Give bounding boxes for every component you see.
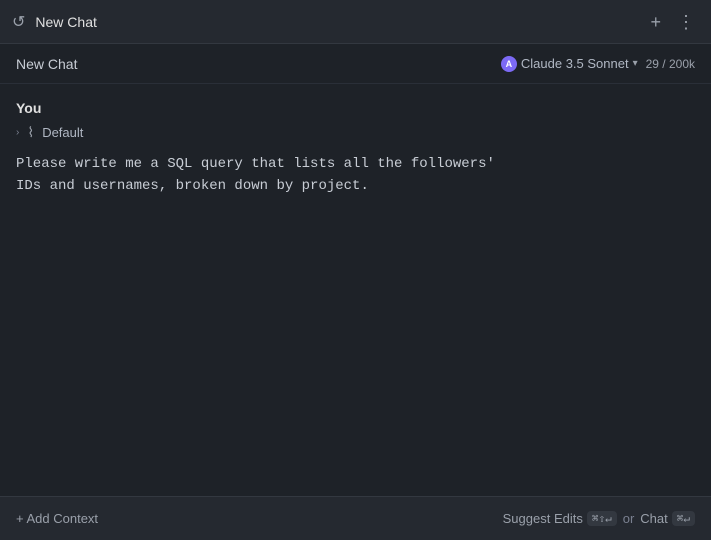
more-button[interactable]: ⋮ xyxy=(673,11,699,33)
sub-header-right: A Claude 3.5 Sonnet ▾ 29 / 200k xyxy=(501,56,695,72)
title-bar: ↺ New Chat + ⋮ xyxy=(0,0,711,44)
tool-call-label: Default xyxy=(42,125,83,140)
or-separator: or xyxy=(623,511,635,526)
chevron-right-icon: › xyxy=(16,127,19,138)
suggest-edits-shortcut: ⌘⇧↵ xyxy=(587,511,617,526)
bottom-actions: Suggest Edits ⌘⇧↵ or Chat ⌘↵ xyxy=(503,511,695,526)
add-button[interactable]: + xyxy=(646,11,665,33)
sub-header: New Chat A Claude 3.5 Sonnet ▾ 29 / 200k xyxy=(0,44,711,84)
chevron-down-icon: ▾ xyxy=(633,58,638,69)
main-content: You › ⌇ Default Please write me a SQL qu… xyxy=(0,84,711,496)
sub-header-title: New Chat xyxy=(16,56,77,72)
chat-button[interactable]: Chat ⌘↵ xyxy=(640,511,695,526)
message-block: You › ⌇ Default Please write me a SQL qu… xyxy=(16,100,695,198)
token-count: 29 / 200k xyxy=(646,57,695,71)
model-name: Claude 3.5 Sonnet xyxy=(521,56,629,71)
add-context-button[interactable]: + Add Context xyxy=(16,511,98,526)
tool-icon: ⌇ xyxy=(27,124,34,141)
bottom-bar: + Add Context Suggest Edits ⌘⇧↵ or Chat … xyxy=(0,496,711,540)
title-bar-actions: + ⋮ xyxy=(646,11,699,33)
model-icon: A xyxy=(501,56,517,72)
chat-shortcut: ⌘↵ xyxy=(672,511,695,526)
suggest-edits-button[interactable]: Suggest Edits ⌘⇧↵ xyxy=(503,511,617,526)
message-text: Please write me a SQL query that lists a… xyxy=(16,153,695,198)
title-bar-title: New Chat xyxy=(35,14,636,30)
model-selector[interactable]: A Claude 3.5 Sonnet ▾ xyxy=(501,56,638,72)
back-icon[interactable]: ↺ xyxy=(12,12,25,32)
suggest-edits-label: Suggest Edits xyxy=(503,511,583,526)
message-author: You xyxy=(16,100,695,116)
chat-label: Chat xyxy=(640,511,667,526)
tool-call[interactable]: › ⌇ Default xyxy=(16,124,695,141)
